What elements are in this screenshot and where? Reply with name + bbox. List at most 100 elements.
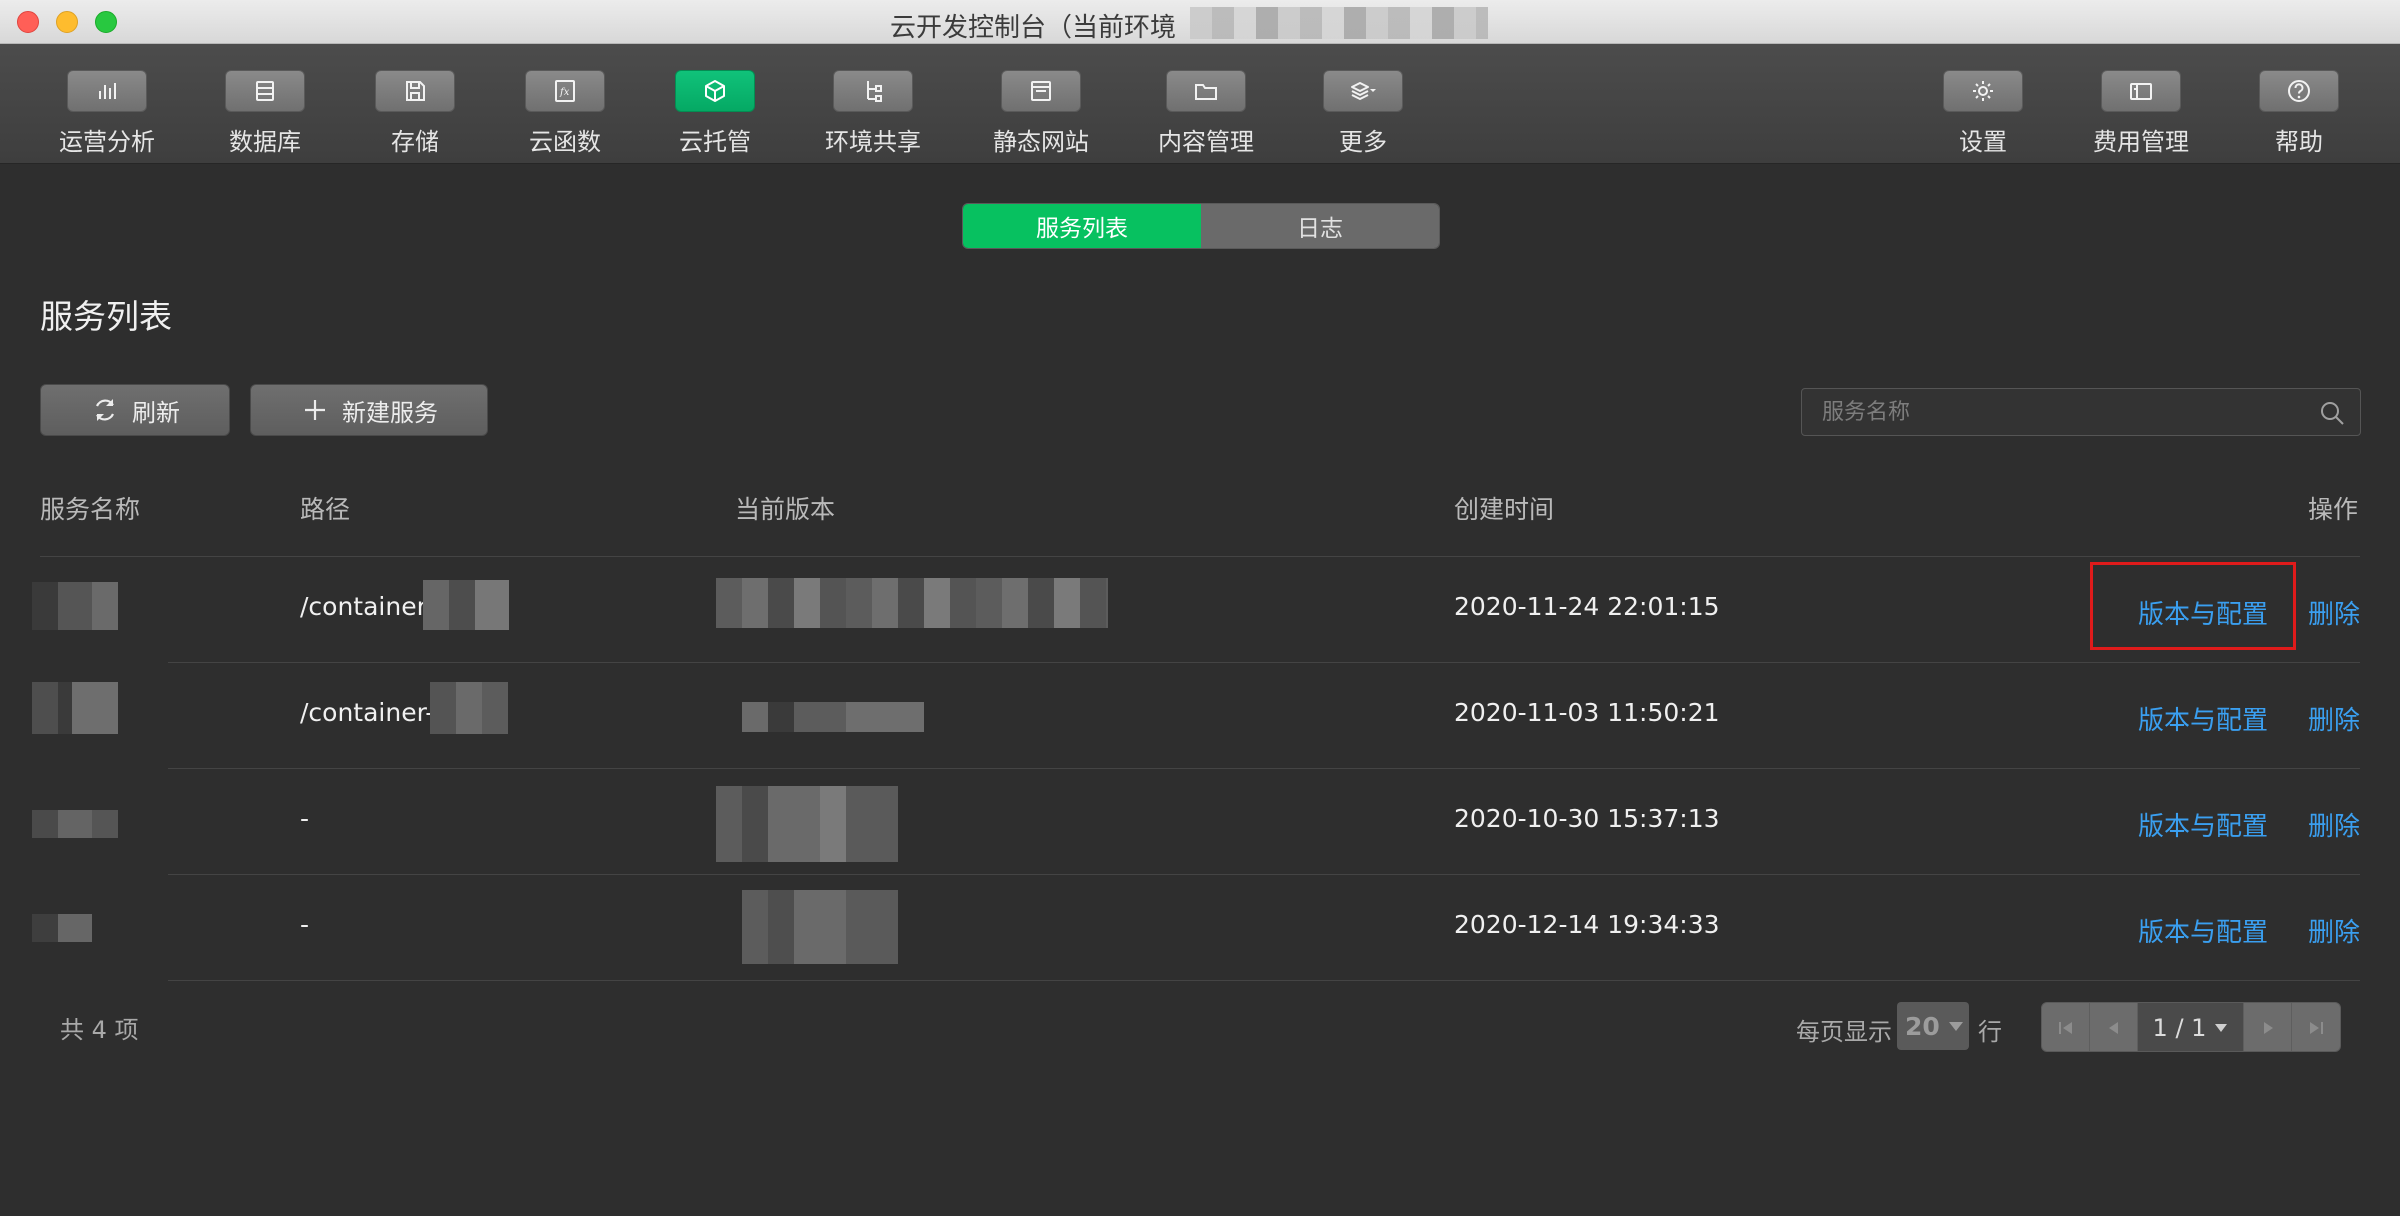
- chevron-down-icon: [1370, 89, 1376, 92]
- per-page-select[interactable]: 20: [1897, 1002, 1969, 1050]
- pagination: 1 / 1: [2041, 1002, 2341, 1052]
- delete-link[interactable]: 删除: [2308, 700, 2360, 737]
- refresh-button[interactable]: 刷新: [40, 384, 230, 436]
- floppy-disk-icon: [406, 81, 425, 101]
- first-page-button[interactable]: [2042, 1003, 2090, 1051]
- toolbar-static-site[interactable]: 静态网站: [966, 44, 1116, 164]
- toolbar-more-label: 更多: [1339, 128, 1387, 156]
- new-service-button[interactable]: 新建服务: [250, 384, 488, 436]
- row-divider: [168, 874, 2360, 875]
- toolbar-database[interactable]: 数据库: [190, 44, 340, 164]
- prev-page-button[interactable]: [2090, 1003, 2138, 1051]
- app-window: 云开发控制台（当前环境 运营分析 数据库 存储 fx 云函数 云托管 环境共享: [0, 0, 2400, 1216]
- path-cell: /container-: [300, 698, 435, 727]
- version-config-link[interactable]: 版本与配置: [2138, 700, 2268, 737]
- bar-chart-icon: [99, 83, 116, 99]
- refresh-button-label: 刷新: [132, 398, 180, 427]
- redacted-version: [716, 578, 1108, 628]
- row-divider: [168, 980, 2360, 981]
- search-icon[interactable]: [2318, 399, 2346, 427]
- toolbar-functions[interactable]: fx 云函数: [490, 44, 640, 164]
- column-header-version: 当前版本: [735, 495, 836, 524]
- header-divider: [40, 556, 2360, 557]
- next-page-icon: [2263, 1022, 2273, 1034]
- redacted-service-name: [32, 914, 92, 942]
- chevron-down-icon: [1948, 1022, 1963, 1031]
- toolbar-help[interactable]: 帮助: [2224, 44, 2374, 164]
- minimize-window-button[interactable]: [56, 11, 78, 33]
- browser-window-icon: [1031, 81, 1051, 101]
- redacted-version: [742, 702, 924, 732]
- cube-icon: [705, 80, 725, 102]
- path-cell: -: [300, 804, 310, 833]
- total-count: 共 4 项: [60, 1016, 139, 1044]
- new-service-button-label: 新建服务: [342, 398, 438, 427]
- last-page-button[interactable]: [2292, 1003, 2340, 1051]
- created-time-cell: 2020-11-03 11:50:21: [1454, 698, 1720, 727]
- column-header-actions: 操作: [2308, 495, 2359, 524]
- toolbar-functions-label: 云函数: [529, 128, 601, 156]
- version-config-link[interactable]: 版本与配置: [2138, 912, 2268, 949]
- created-time-cell: 2020-11-24 22:01:15: [1454, 592, 1720, 621]
- view-tabs: 服务列表 日志: [962, 203, 1440, 249]
- toolbar-settings-label: 设置: [1959, 128, 2007, 156]
- page-select[interactable]: 1 / 1: [2138, 1003, 2244, 1051]
- delete-link[interactable]: 删除: [2308, 912, 2360, 949]
- tab-service-list[interactable]: 服务列表: [963, 204, 1201, 248]
- per-page-value: 20: [1905, 1011, 1940, 1041]
- toolbar-storage-label: 存储: [391, 128, 439, 156]
- toolbar-env-share[interactable]: 环境共享: [798, 44, 948, 164]
- plus-icon: [305, 400, 325, 420]
- maximize-window-button[interactable]: [95, 11, 117, 33]
- toolbar-cloud-hosting-label: 云托管: [679, 128, 751, 156]
- service-search-input[interactable]: [1802, 389, 2302, 435]
- toolbar-analytics[interactable]: 运营分析: [32, 44, 182, 164]
- column-header-created: 创建时间: [1454, 495, 1555, 524]
- svg-text:fx: fx: [559, 87, 570, 98]
- service-search: [1801, 388, 2361, 436]
- redacted-env-name: [1190, 7, 1488, 39]
- per-page-label: 每页显示: [1796, 1018, 1892, 1046]
- path-cell: /container-: [300, 592, 435, 621]
- column-header-name: 服务名称: [40, 495, 141, 524]
- toolbar-billing[interactable]: 费用管理: [2066, 44, 2216, 164]
- prev-page-icon: [2108, 1022, 2118, 1034]
- toolbar-help-label: 帮助: [2275, 128, 2323, 156]
- version-config-link[interactable]: 版本与配置: [2138, 806, 2268, 843]
- toolbar-cloud-hosting[interactable]: 云托管: [640, 44, 790, 164]
- refresh-icon: [95, 399, 115, 421]
- next-page-button[interactable]: [2244, 1003, 2292, 1051]
- folder-icon: [1195, 84, 1217, 100]
- redacted-path-suffix: [430, 682, 508, 734]
- database-icon: [256, 81, 274, 101]
- function-icon: fx: [555, 80, 575, 102]
- toolbar-storage[interactable]: 存储: [340, 44, 490, 164]
- path-cell: -: [300, 910, 310, 939]
- redacted-service-name: [32, 682, 118, 734]
- toolbar-database-label: 数据库: [229, 128, 301, 156]
- toolbar-billing-label: 费用管理: [2093, 128, 2189, 156]
- redacted-version: [742, 890, 898, 964]
- page-title: 服务列表: [40, 297, 172, 336]
- row-divider: [168, 768, 2360, 769]
- toolbar-more[interactable]: 更多: [1288, 44, 1438, 164]
- redacted-version: [716, 786, 898, 862]
- redacted-service-name: [32, 582, 118, 630]
- first-page-icon: [2058, 1022, 2072, 1034]
- column-header-path: 路径: [300, 495, 351, 524]
- main-toolbar: 运营分析 数据库 存储 fx 云函数 云托管 环境共享 静态网站 内容管理 更多…: [0, 44, 2400, 164]
- gear-icon: [1973, 81, 1993, 101]
- last-page-icon: [2310, 1022, 2323, 1034]
- delete-link[interactable]: 删除: [2308, 594, 2360, 631]
- delete-link[interactable]: 删除: [2308, 806, 2360, 843]
- close-window-button[interactable]: [17, 11, 39, 33]
- version-config-link[interactable]: 版本与配置: [2138, 594, 2268, 631]
- toolbar-env-share-label: 环境共享: [825, 128, 921, 156]
- toolbar-content-mgmt[interactable]: 内容管理: [1131, 44, 1281, 164]
- page-indicator: 1 / 1: [2152, 1014, 2207, 1042]
- chevron-down-icon: [2215, 1024, 2228, 1032]
- tab-logs[interactable]: 日志: [1201, 204, 1439, 248]
- tree-share-icon: [867, 81, 882, 102]
- toolbar-settings[interactable]: 设置: [1908, 44, 2058, 164]
- row-divider: [168, 662, 2360, 663]
